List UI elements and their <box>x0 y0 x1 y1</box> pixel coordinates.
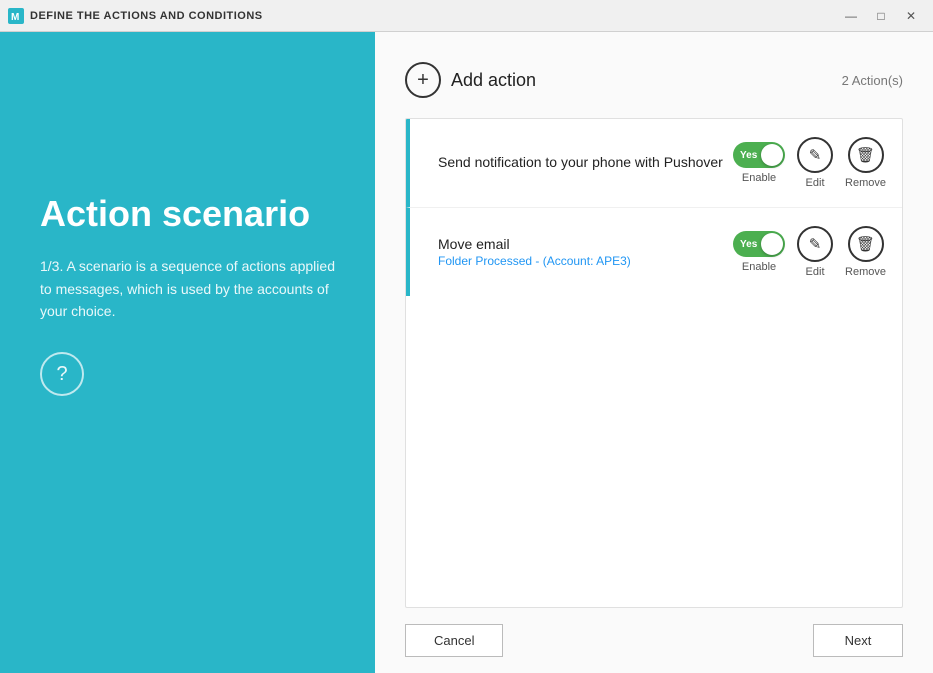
add-action-label: Add action <box>451 70 536 91</box>
edit-label: Edit <box>806 177 825 189</box>
actions-list: Send notification to your phone with Pus… <box>405 118 903 608</box>
add-action-button[interactable]: + Add action <box>405 62 536 98</box>
edit-label: Edit <box>806 266 825 278</box>
next-button[interactable]: Next <box>813 624 903 657</box>
add-icon: + <box>405 62 441 98</box>
window-title: DEFINE THE ACTIONS AND CONDITIONS <box>30 10 263 22</box>
trash-icon: 🗑 <box>848 137 884 173</box>
right-section: + Add action 2 Action(s) Send notificati… <box>375 32 933 673</box>
window-controls: — □ ✕ <box>837 5 925 27</box>
toggle-container: Yes Enable <box>733 142 785 184</box>
toggle-label: Enable <box>742 172 776 184</box>
action-item-info: Send notification to your phone with Pus… <box>426 154 733 172</box>
action-item: Move email Folder Processed - (Account: … <box>406 208 902 296</box>
enable-toggle[interactable]: Yes <box>733 231 785 257</box>
toggle-text: Yes <box>740 239 757 250</box>
edit-button[interactable]: ✎ Edit <box>797 226 833 278</box>
minimize-button[interactable]: — <box>837 5 865 27</box>
toggle-container: Yes Enable <box>733 231 785 273</box>
toggle-knob <box>761 144 783 166</box>
action-name: Move email <box>438 236 733 252</box>
main-container: Action scenario 1/3. A scenario is a seq… <box>0 32 933 673</box>
edit-icon: ✎ <box>797 226 833 262</box>
action-detail: Folder Processed - (Account: APE3) <box>438 254 733 268</box>
action-item-controls: Yes Enable ✎ Edit 🗑 Remove <box>733 137 886 189</box>
title-bar: M DEFINE THE ACTIONS AND CONDITIONS — □ … <box>0 0 933 32</box>
toggle-text: Yes <box>740 150 757 161</box>
add-action-row: + Add action 2 Action(s) <box>405 62 903 98</box>
action-item-controls: Yes Enable ✎ Edit 🗑 Remove <box>733 226 886 278</box>
svg-text:M: M <box>11 12 19 23</box>
remove-button[interactable]: 🗑 Remove <box>845 226 886 278</box>
close-button[interactable]: ✕ <box>897 5 925 27</box>
toggle-knob <box>761 233 783 255</box>
toggle-label: Enable <box>742 261 776 273</box>
remove-label: Remove <box>845 266 886 278</box>
left-panel: Action scenario 1/3. A scenario is a seq… <box>0 32 375 673</box>
cancel-button[interactable]: Cancel <box>405 624 503 657</box>
action-name: Send notification to your phone with Pus… <box>438 154 733 170</box>
edit-icon: ✎ <box>797 137 833 173</box>
help-button[interactable]: ? <box>40 352 84 396</box>
panel-title: Action scenario <box>40 192 335 235</box>
action-count: 2 Action(s) <box>842 73 903 88</box>
title-bar-left: M DEFINE THE ACTIONS AND CONDITIONS <box>8 8 263 24</box>
enable-toggle[interactable]: Yes <box>733 142 785 168</box>
panel-description: 1/3. A scenario is a sequence of actions… <box>40 255 335 322</box>
remove-button[interactable]: 🗑 Remove <box>845 137 886 189</box>
action-item: Send notification to your phone with Pus… <box>406 119 902 208</box>
edit-button[interactable]: ✎ Edit <box>797 137 833 189</box>
trash-icon: 🗑 <box>848 226 884 262</box>
help-icon: ? <box>56 363 67 386</box>
remove-label: Remove <box>845 177 886 189</box>
action-item-info: Move email Folder Processed - (Account: … <box>426 236 733 268</box>
right-panel: + Add action 2 Action(s) Send notificati… <box>375 32 933 608</box>
app-icon: M <box>8 8 24 24</box>
bottom-bar: Cancel Next <box>375 608 933 673</box>
maximize-button[interactable]: □ <box>867 5 895 27</box>
